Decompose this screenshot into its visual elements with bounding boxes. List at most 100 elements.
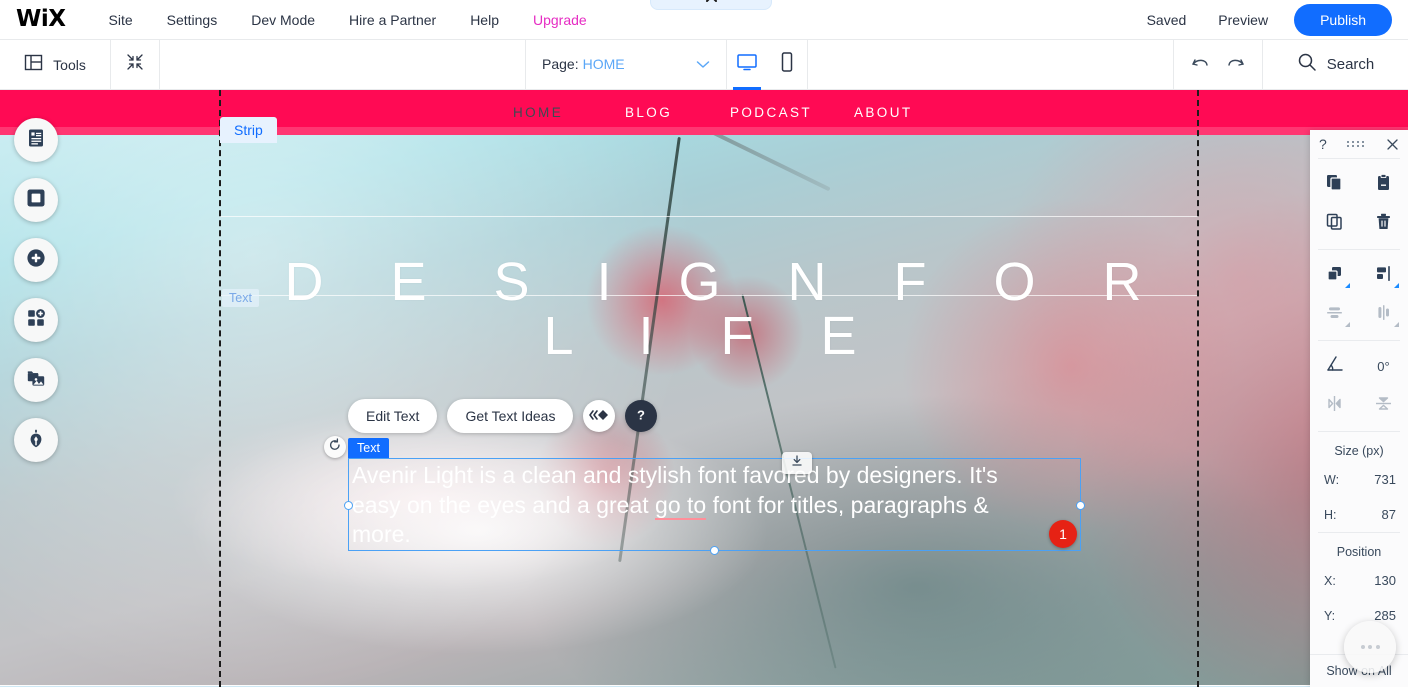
- pen-nib-icon: [25, 427, 47, 454]
- flip-horizontal-icon: [1325, 394, 1344, 418]
- width-field[interactable]: W: 731: [1310, 462, 1408, 497]
- top-bar-right: Saved Preview Publish: [1131, 3, 1408, 36]
- sidebar-item-add-elements[interactable]: [14, 238, 58, 282]
- hero-heading[interactable]: D E S I G N F O R L I F E: [228, 255, 1198, 363]
- background-icon: [25, 187, 47, 214]
- chevron-up-icon: [705, 0, 718, 9]
- question-mark-icon: ?: [632, 406, 650, 427]
- desktop-view-button[interactable]: [727, 40, 767, 90]
- chevron-down-icon: [696, 56, 710, 74]
- site-nav-about[interactable]: ABOUT: [854, 105, 913, 120]
- animation-button[interactable]: [583, 400, 616, 432]
- x-position-field[interactable]: X: 130: [1310, 563, 1408, 598]
- menu-item-settings[interactable]: Settings: [150, 0, 235, 40]
- plus-icon: [25, 247, 47, 274]
- toolbar-spacer-left: [160, 40, 525, 90]
- search-button[interactable]: Search: [1263, 40, 1408, 90]
- left-sidebar: [14, 118, 58, 462]
- sidebar-item-content-manager[interactable]: [14, 418, 58, 462]
- size-section-title: Size (px): [1334, 444, 1384, 458]
- copy-button[interactable]: [1310, 204, 1359, 243]
- panel-drag-handle-icon[interactable]: [1347, 141, 1365, 147]
- align-button[interactable]: [1359, 256, 1408, 295]
- rotate-button[interactable]: [1310, 347, 1359, 386]
- selection-type-tab[interactable]: Text: [348, 438, 389, 458]
- page-selector-label: Page:: [542, 55, 579, 72]
- chat-dots-icon: [1360, 645, 1380, 649]
- help-button[interactable]: ?: [625, 400, 658, 432]
- rotation-value-input[interactable]: 0°: [1359, 347, 1408, 386]
- sidebar-item-menus-and-pages[interactable]: [14, 118, 58, 162]
- rotation-value: 0°: [1377, 359, 1390, 374]
- collapse-handle-button[interactable]: [782, 452, 812, 474]
- zoom-out-button[interactable]: [111, 40, 159, 90]
- preview-button[interactable]: Preview: [1202, 12, 1284, 28]
- site-nav-home[interactable]: HOME: [513, 105, 563, 120]
- layers-icon: [1325, 264, 1344, 288]
- sidebar-item-add-apps[interactable]: [14, 298, 58, 342]
- panel-actions-group-3: 0°: [1310, 341, 1408, 431]
- panel-actions-group-2: [1310, 250, 1408, 340]
- x-value[interactable]: 130: [1362, 573, 1396, 588]
- get-text-ideas-button[interactable]: Get Text Ideas: [447, 399, 574, 433]
- page-selector[interactable]: Page: HOME: [526, 40, 726, 90]
- distribute-h-expand-corner-icon: [1345, 322, 1350, 327]
- apps-grid-icon: [25, 307, 47, 334]
- distribute-v-icon: [1374, 303, 1393, 327]
- arrange-button[interactable]: [1310, 256, 1359, 295]
- heading-text-label: Text: [222, 289, 259, 307]
- x-label: X:: [1324, 573, 1336, 588]
- resize-handle-bottom[interactable]: [710, 546, 719, 555]
- strip-label-tab[interactable]: Strip: [220, 117, 277, 143]
- mobile-view-button[interactable]: [767, 40, 807, 90]
- edit-text-button[interactable]: Edit Text: [348, 399, 438, 433]
- paste-button[interactable]: [1359, 165, 1408, 204]
- distribute-horizontal-button: [1310, 295, 1359, 334]
- saved-status: Saved: [1146, 11, 1187, 28]
- wix-logo[interactable]: WiX: [16, 8, 66, 31]
- selected-text-element[interactable]: Text: [344, 438, 1085, 555]
- chat-support-button[interactable]: [1344, 621, 1396, 673]
- menu-item-help[interactable]: Help: [453, 0, 516, 40]
- rotate-handle[interactable]: [324, 436, 346, 458]
- site-nav-blog[interactable]: BLOG: [625, 105, 672, 120]
- search-icon: [1297, 52, 1317, 77]
- publish-button[interactable]: Publish: [1294, 3, 1392, 36]
- text-edit-toolbar: Edit Text Get Text Ideas ?: [348, 399, 658, 433]
- top-menu: Site Settings Dev Mode Hire a Partner He…: [92, 0, 604, 40]
- tools-button[interactable]: Tools: [0, 40, 110, 90]
- page-selector-value: HOME: [582, 55, 625, 72]
- copy-stack-icon: [1325, 173, 1344, 197]
- sidebar-item-my-uploads[interactable]: [14, 358, 58, 402]
- height-value[interactable]: 87: [1362, 507, 1396, 522]
- mobile-phone-icon: [779, 51, 795, 78]
- undo-button[interactable]: [1191, 56, 1211, 74]
- notification-badge[interactable]: 1: [1049, 520, 1077, 548]
- resize-handle-left[interactable]: [344, 501, 353, 510]
- menu-item-hire-a-partner[interactable]: Hire a Partner: [332, 0, 453, 40]
- resize-handle-right[interactable]: [1076, 501, 1085, 510]
- delete-button[interactable]: [1359, 204, 1408, 243]
- width-value[interactable]: 731: [1362, 472, 1396, 487]
- menu-item-dev-mode[interactable]: Dev Mode: [234, 0, 332, 40]
- menu-item-upgrade[interactable]: Upgrade: [516, 0, 604, 40]
- rotate-icon: [328, 437, 342, 457]
- redo-button[interactable]: [1225, 56, 1245, 74]
- top-panel-collapse-tab[interactable]: [650, 0, 772, 10]
- panel-actions-group-1: [1310, 159, 1408, 249]
- panel-close-icon[interactable]: [1386, 138, 1399, 151]
- duplicate-button[interactable]: [1310, 165, 1359, 204]
- editor-stage[interactable]: HOME BLOG PODCAST ABOUT D E S I G N F O …: [0, 90, 1408, 687]
- site-nav-podcast[interactable]: PODCAST: [730, 105, 812, 120]
- flip-vertical-button: [1359, 386, 1408, 425]
- sidebar-item-background[interactable]: [14, 178, 58, 222]
- search-label: Search: [1326, 56, 1375, 73]
- height-field[interactable]: H: 87: [1310, 497, 1408, 532]
- panel-help-icon[interactable]: ?: [1319, 136, 1327, 152]
- desktop-monitor-icon: [736, 52, 758, 77]
- rotate-angle-icon: [1325, 355, 1345, 378]
- copy-icon: [1325, 212, 1344, 236]
- menu-item-site[interactable]: Site: [92, 0, 150, 40]
- element-toolbar-panel: ? 0° Size (px) W: 731 H: 87 Position X: …: [1310, 130, 1408, 687]
- width-label: W:: [1324, 472, 1340, 487]
